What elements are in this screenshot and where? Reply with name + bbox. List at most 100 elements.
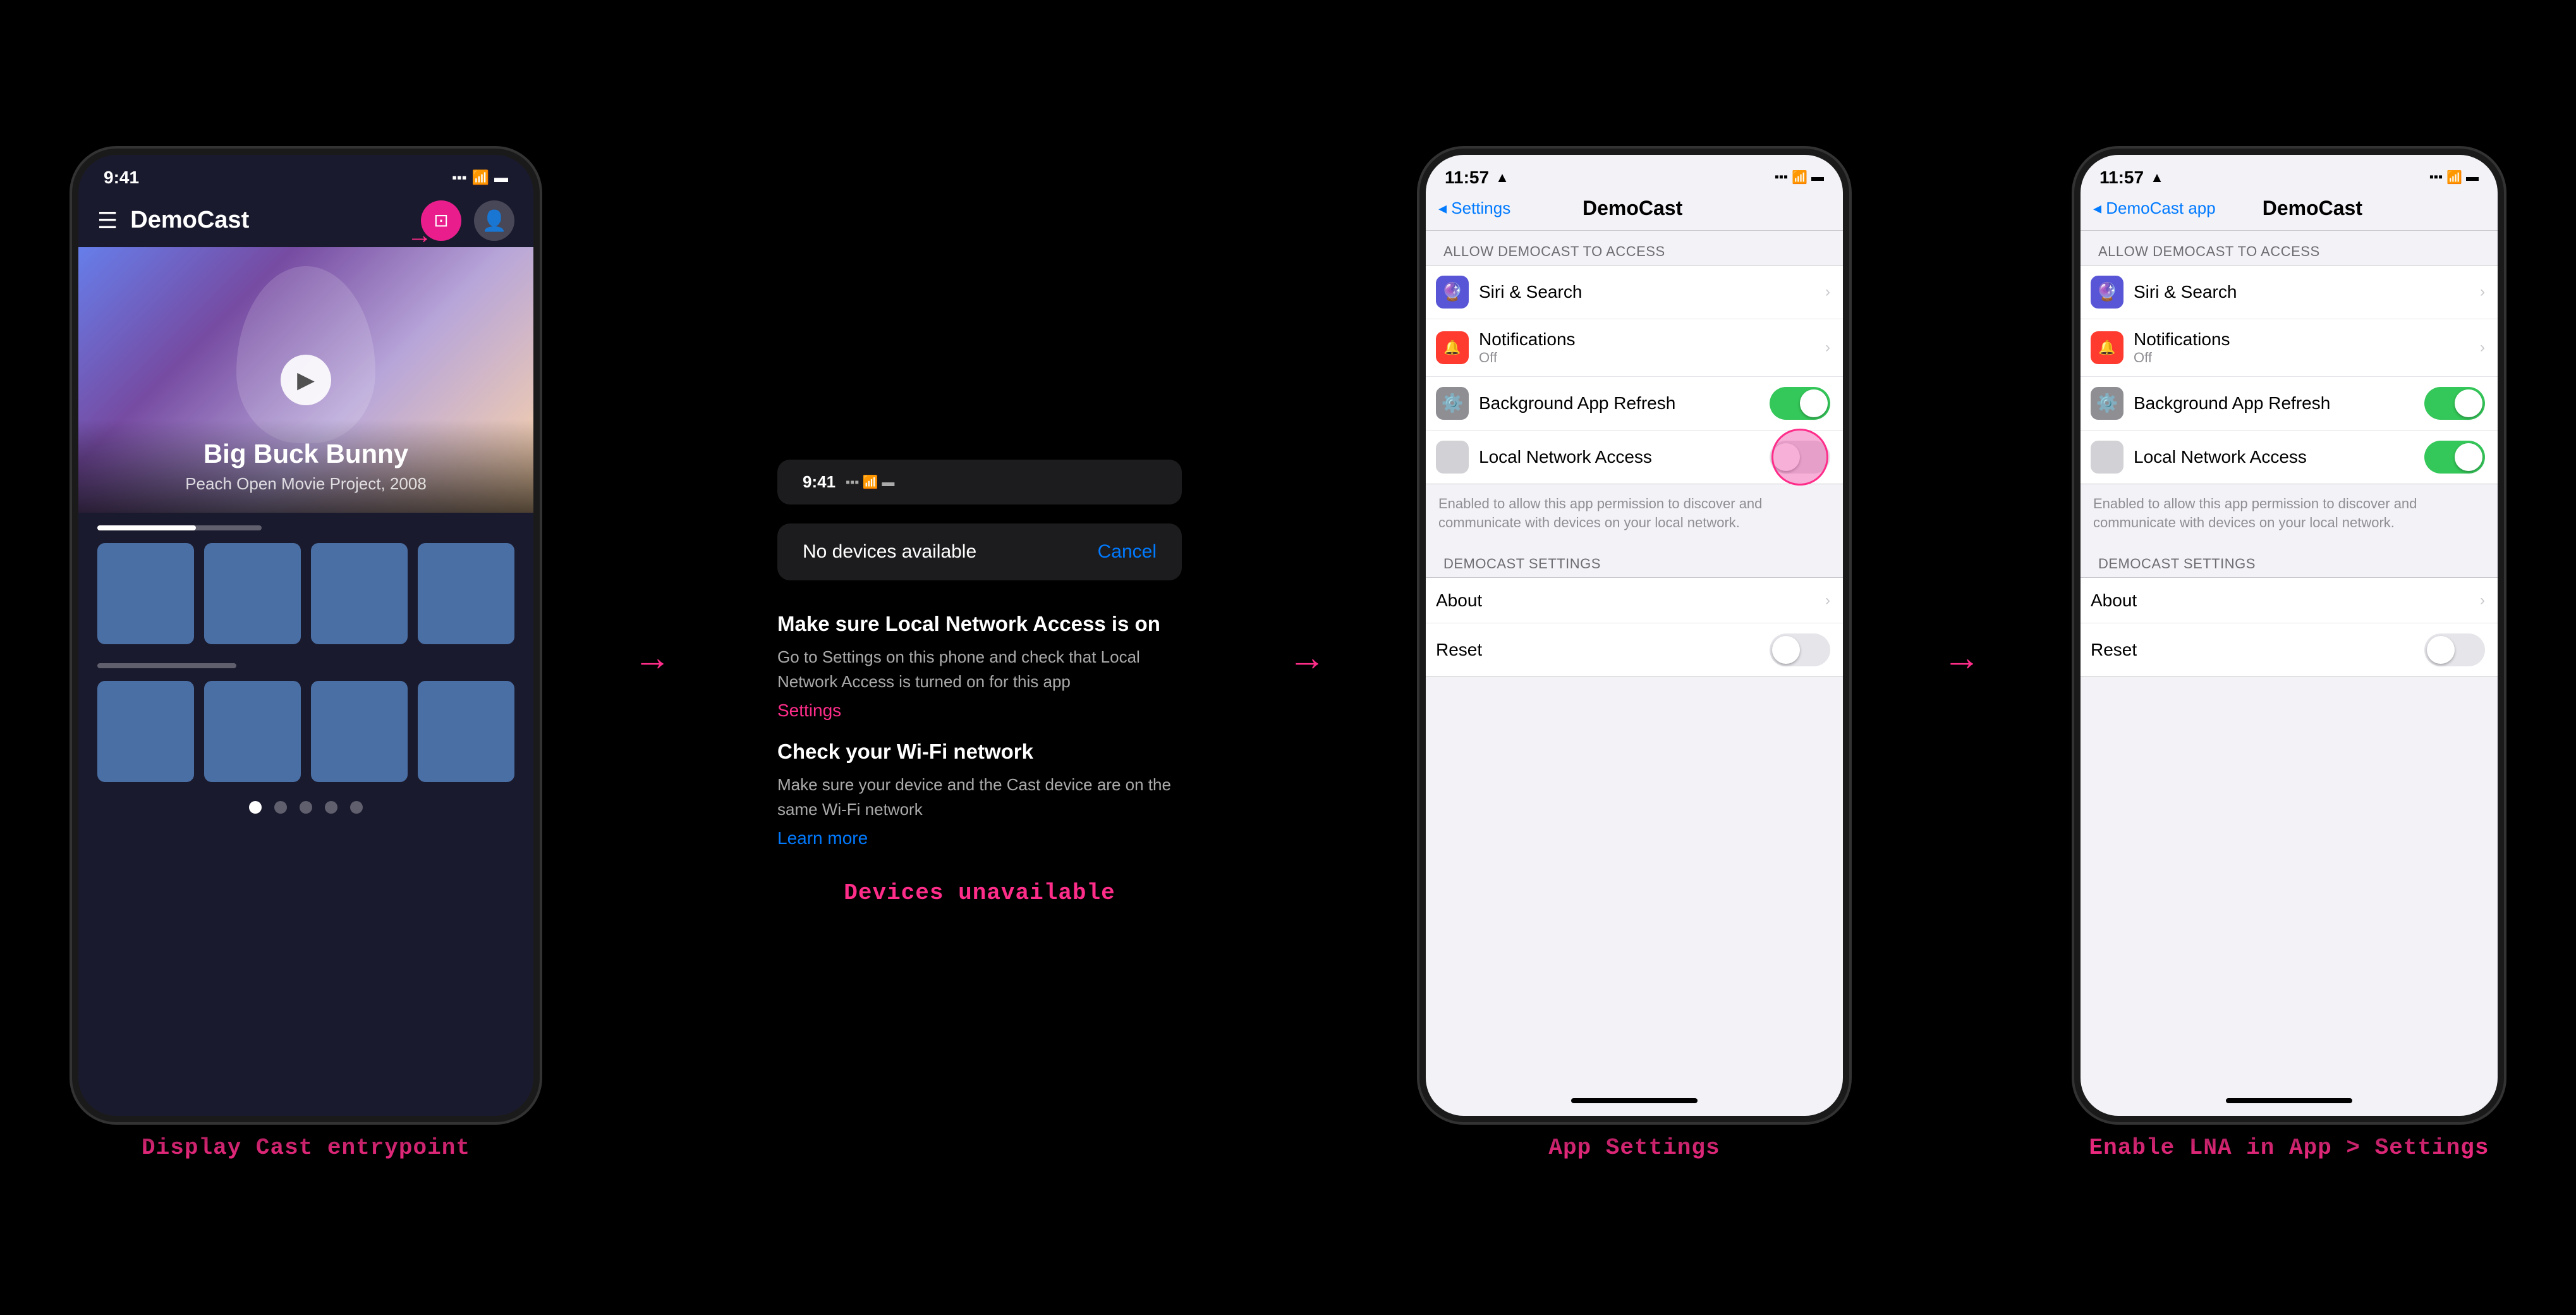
wifi-icon-s3: 📶 bbox=[1792, 169, 1807, 185]
battery-icon-s3: ▬ bbox=[1811, 170, 1824, 185]
cancel-button[interactable]: Cancel bbox=[1098, 541, 1157, 563]
hero-image: ▶ Big Buck Bunny Peach Open Movie Projec… bbox=[78, 247, 533, 513]
notifications-row-2[interactable]: 🔔 Notifications Off › bbox=[2081, 319, 2498, 377]
location-icon-2: ▲ bbox=[2150, 169, 2164, 186]
hero-overlay: Big Buck Bunny Peach Open Movie Project,… bbox=[78, 420, 533, 513]
section-enable-lna: 11:57 ▲ ▪▪▪ 📶 ▬ ◂ DemoCast app DemoCast … bbox=[2081, 155, 2498, 1161]
toggle-knob bbox=[1800, 389, 1828, 417]
right-arrow-icon-2: → bbox=[1288, 639, 1326, 676]
section-app: 9:41 ▪▪▪ 📶 ▬ ☰ DemoCast ⊡ 👤 → ▶ Big Buck… bbox=[78, 155, 533, 1161]
app-header: ☰ DemoCast ⊡ 👤 bbox=[78, 194, 533, 247]
settings-status-icons: ▪▪▪ 📶 ▬ bbox=[1775, 169, 1824, 185]
right-arrow-icon-3: → bbox=[1943, 639, 1981, 676]
about-row-2[interactable]: About › bbox=[2081, 578, 2498, 623]
notifications-title-2: Notifications bbox=[2134, 329, 2480, 350]
grid-item[interactable] bbox=[418, 543, 514, 644]
grid-item[interactable] bbox=[204, 681, 301, 782]
siri-row-content-2: Siri & Search bbox=[2134, 282, 2480, 302]
lna-toggle[interactable] bbox=[1770, 441, 1830, 474]
siri-search-row[interactable]: 🔮 Siri & Search › bbox=[1426, 266, 1843, 319]
content-grid-row-1 bbox=[78, 537, 533, 651]
reset-row-content: Reset bbox=[1436, 640, 1770, 660]
about-row[interactable]: About › bbox=[1426, 578, 1843, 623]
arrow-1-2: → bbox=[614, 639, 690, 676]
progress-area bbox=[97, 525, 514, 530]
home-indicator bbox=[1571, 1098, 1698, 1103]
nav-title: DemoCast bbox=[1510, 197, 1754, 220]
settings-link[interactable]: Settings bbox=[777, 700, 1182, 721]
about-title: About bbox=[1436, 590, 1825, 611]
app-title: DemoCast bbox=[130, 207, 408, 234]
cast-arrow: → bbox=[407, 221, 432, 250]
back-button[interactable]: ◂ Settings bbox=[1438, 199, 1510, 218]
signal-icon: ▪▪▪ bbox=[452, 169, 466, 186]
dot-2 bbox=[274, 801, 287, 814]
status-icons: ▪▪▪ 📶 ▬ bbox=[452, 169, 508, 186]
grid-item[interactable] bbox=[204, 543, 301, 644]
settings-time-2: 11:57 bbox=[2099, 168, 2144, 188]
progress-bar bbox=[97, 525, 262, 530]
lna-toggle-2[interactable] bbox=[2424, 441, 2485, 474]
lna-title: Make sure Local Network Access is on bbox=[777, 612, 1182, 636]
refresh-toggle-2[interactable] bbox=[2424, 387, 2485, 420]
lna-note-2: Enabled to allow this app permission to … bbox=[2081, 489, 2498, 544]
chevron-icon-3: › bbox=[2480, 283, 2485, 301]
grid-item[interactable] bbox=[418, 681, 514, 782]
hamburger-icon[interactable]: ☰ bbox=[97, 207, 118, 234]
phone-settings-2: 11:57 ▲ ▪▪▪ 📶 ▬ ◂ DemoCast app DemoCast … bbox=[2081, 155, 2498, 1116]
reset-toggle[interactable] bbox=[1770, 633, 1830, 666]
grid-item[interactable] bbox=[97, 681, 194, 782]
phone-app: 9:41 ▪▪▪ 📶 ▬ ☰ DemoCast ⊡ 👤 → ▶ Big Buck… bbox=[78, 155, 533, 1116]
reset-row-2[interactable]: Reset bbox=[2081, 623, 2498, 676]
status-left: 11:57 ▲ bbox=[1445, 168, 1509, 188]
refresh-row-content: Background App Refresh bbox=[1479, 393, 1770, 413]
status-bar: 9:41 ▪▪▪ 📶 ▬ bbox=[78, 155, 533, 194]
notifications-row-content: Notifications Off bbox=[1479, 329, 1825, 366]
lna-row-2[interactable]: Local Network Access bbox=[2081, 431, 2498, 484]
settings-status-bar: 11:57 ▲ ▪▪▪ 📶 ▬ bbox=[1426, 155, 1843, 193]
wifi-icon-s4: 📶 bbox=[2446, 169, 2462, 185]
lna-title-row: Local Network Access bbox=[1479, 447, 1770, 467]
status-left-2: 11:57 ▲ bbox=[2099, 168, 2164, 188]
wifi-icon: 📶 bbox=[472, 169, 489, 186]
background-refresh-row[interactable]: ⚙️ Background App Refresh bbox=[1426, 377, 1843, 431]
grid-item[interactable] bbox=[311, 543, 408, 644]
notifications-icon-2: 🔔 bbox=[2091, 331, 2123, 364]
siri-icon: 🔮 bbox=[1436, 276, 1469, 309]
lna-row[interactable]: Local Network Access bbox=[1426, 431, 1843, 484]
lna-row-content: Local Network Access bbox=[1479, 447, 1770, 467]
section1-label: Display Cast entrypoint bbox=[142, 1135, 470, 1161]
settings-status-bar-2: 11:57 ▲ ▪▪▪ 📶 ▬ bbox=[2081, 155, 2498, 193]
lna-icon-2 bbox=[2091, 441, 2123, 474]
section-settings: 11:57 ▲ ▪▪▪ 📶 ▬ ◂ Settings DemoCast ALLO… bbox=[1426, 155, 1843, 1161]
refresh-row-content-2: Background App Refresh bbox=[2134, 393, 2424, 413]
settings-group-4: About › Reset bbox=[2081, 577, 2498, 677]
dot-1 bbox=[249, 801, 262, 814]
reset-title: Reset bbox=[1436, 640, 1770, 660]
reset-row[interactable]: Reset bbox=[1426, 623, 1843, 676]
section3-label: App Settings bbox=[1548, 1135, 1720, 1161]
grid-item[interactable] bbox=[97, 543, 194, 644]
notifications-subtitle-2: Off bbox=[2134, 350, 2480, 366]
siri-title-2: Siri & Search bbox=[2134, 282, 2480, 302]
arrow-3-4: → bbox=[1924, 639, 2000, 676]
settings-nav-2: ◂ DemoCast app DemoCast bbox=[2081, 193, 2498, 231]
progress-fill bbox=[97, 525, 196, 530]
reset-toggle-2[interactable] bbox=[2424, 633, 2485, 666]
grid-item[interactable] bbox=[311, 681, 408, 782]
lna-note: Enabled to allow this app permission to … bbox=[1426, 489, 1843, 544]
section4-label: Enable LNA in App > Settings bbox=[2089, 1135, 2489, 1161]
back-button-2[interactable]: ◂ DemoCast app bbox=[2093, 199, 2216, 218]
background-refresh-row-2[interactable]: ⚙️ Background App Refresh bbox=[2081, 377, 2498, 431]
location-icon: ▲ bbox=[1495, 169, 1509, 186]
settings-time: 11:57 bbox=[1445, 168, 1489, 188]
lna-row-content-2: Local Network Access bbox=[2134, 447, 2424, 467]
profile-button[interactable]: 👤 bbox=[474, 200, 514, 241]
wifi-title: Check your Wi-Fi network bbox=[777, 740, 1182, 764]
about-title-2: About bbox=[2091, 590, 2480, 611]
wifi-desc: Make sure your device and the Cast devic… bbox=[777, 773, 1182, 822]
learn-more-link[interactable]: Learn more bbox=[777, 828, 1182, 848]
notifications-row[interactable]: 🔔 Notifications Off › bbox=[1426, 319, 1843, 377]
siri-search-row-2[interactable]: 🔮 Siri & Search › bbox=[2081, 266, 2498, 319]
refresh-toggle[interactable] bbox=[1770, 387, 1830, 420]
